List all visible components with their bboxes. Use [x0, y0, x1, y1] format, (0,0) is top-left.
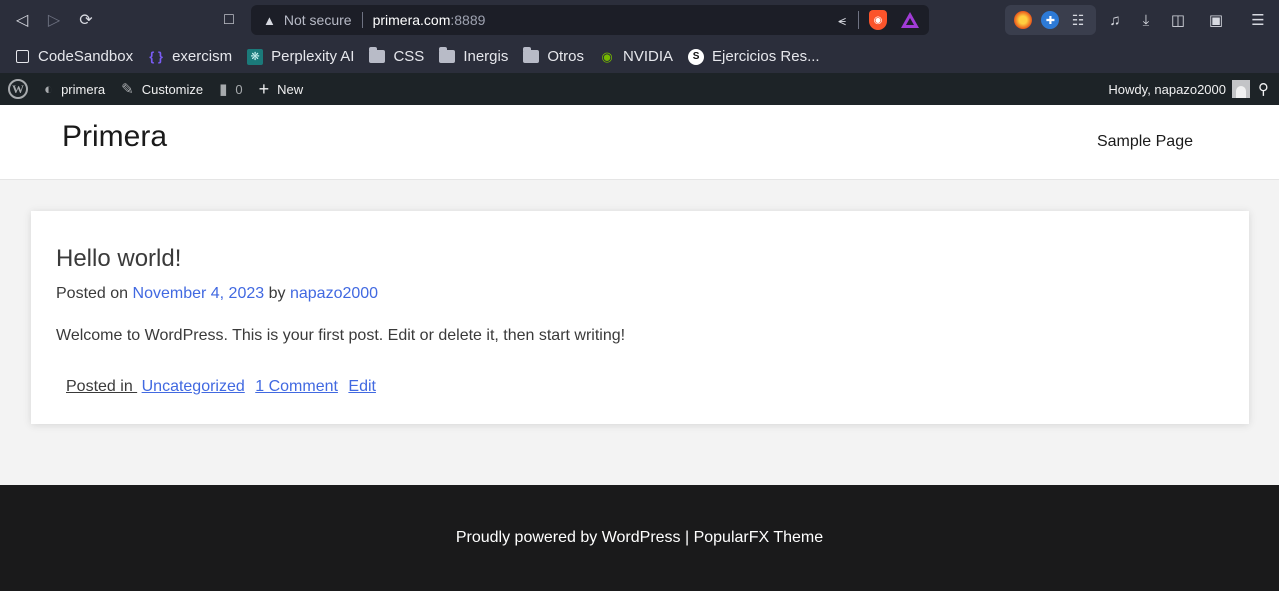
edit-link[interactable]: Edit	[348, 378, 376, 395]
bookmark-label: Ejercicios Res...	[712, 48, 820, 65]
bookmark-codesandbox[interactable]: CodeSandbox	[14, 48, 133, 65]
dashboard-icon: ◐	[44, 80, 54, 98]
bookmark-perplexity[interactable]: ❋ Perplexity AI	[247, 48, 354, 65]
bookmark-label: Inergis	[463, 48, 509, 65]
bookmark-folder-inergis[interactable]: Inergis	[439, 47, 509, 65]
media-icon[interactable]: ♫	[1103, 8, 1127, 32]
wallet-icon[interactable]: ▣	[1204, 8, 1228, 32]
bookmarks-bar: CodeSandbox { } exercism ❋ Perplexity AI…	[0, 40, 1279, 73]
customize-label: Customize	[141, 81, 204, 97]
content-area: Hello world! Posted on November 4, 2023 …	[0, 180, 1279, 485]
bookmark-label: NVIDIA	[623, 48, 674, 65]
security-label: Not secure	[283, 12, 352, 28]
post-date-link[interactable]: November 4, 2023	[133, 285, 265, 302]
folder-icon	[523, 47, 540, 63]
post-title[interactable]: Hello world!	[56, 245, 181, 273]
avatar	[1232, 80, 1250, 98]
address-bar[interactable]: ▲ Not secure primera.com :8889 ⪪ ◉	[251, 5, 929, 35]
admin-my-account[interactable]: Howdy, napazo2000	[1108, 73, 1250, 105]
bookmark-label: CSS	[393, 48, 425, 65]
admin-bar-right: Howdy, napazo2000 ⚲	[1108, 73, 1279, 105]
nav-sample-page[interactable]: Sample Page	[1097, 133, 1193, 151]
box-icon	[15, 50, 29, 63]
menu-icon[interactable]: ☰	[1246, 8, 1270, 32]
share-icon[interactable]: ⪪	[838, 12, 846, 29]
comments-count: 0	[235, 81, 243, 97]
posted-on-prefix: Posted on	[56, 285, 129, 302]
admin-new-content[interactable]: + New	[251, 73, 312, 105]
footer-credit: Proudly powered by WordPress | PopularFX…	[455, 529, 824, 546]
reload-icon[interactable]: ⟳	[74, 8, 98, 32]
site-footer: Proudly powered by WordPress | PopularFX…	[0, 485, 1279, 591]
by-prefix: by	[268, 285, 286, 302]
extension-gamepad-icon[interactable]: ✚	[1041, 11, 1060, 29]
admin-customize[interactable]: ✎ Customize	[113, 73, 211, 105]
exercism-icon: { }	[149, 49, 163, 64]
site-name-label: primera	[61, 81, 106, 97]
ejercicios-icon: S	[688, 48, 705, 65]
perplexity-icon: ❋	[247, 48, 264, 65]
bookmark-label: Otros	[547, 48, 585, 65]
plus-icon: +	[258, 78, 270, 99]
bookmark-exercism[interactable]: { } exercism	[148, 48, 232, 65]
download-icon[interactable]: ⤓	[1134, 8, 1158, 32]
extension-fire-icon[interactable]	[1013, 11, 1032, 29]
sidebar-icon[interactable]: ◫	[1166, 8, 1190, 32]
browser-toolbar: ◁ ▷ ⟳ □ ▲ Not secure primera.com :8889 ⪪…	[0, 0, 1279, 40]
bookmark-label: CodeSandbox	[38, 48, 134, 65]
wordpress-logo-icon: W	[8, 79, 28, 99]
warning-icon: ▲	[263, 12, 276, 28]
bookmark-nvidia[interactable]: ◉ NVIDIA	[599, 48, 673, 65]
post-footer: Posted in Uncategorized 1 Comment Edit	[66, 378, 382, 396]
url-actions: ⪪ ◉	[838, 5, 929, 35]
extensions-puzzle-icon[interactable]: ☷	[1069, 11, 1087, 29]
site-title[interactable]: Primera	[62, 120, 167, 154]
comment-icon: ▮	[219, 81, 228, 98]
howdy-label: Howdy, napazo2000	[1108, 81, 1226, 97]
folder-icon	[369, 47, 386, 63]
post-body: Welcome to WordPress. This is your first…	[56, 327, 626, 344]
comments-link[interactable]: 1 Comment	[255, 378, 338, 395]
posted-in-prefix: Posted in	[66, 378, 138, 395]
bookmark-folder-otros[interactable]: Otros	[523, 47, 585, 65]
admin-site-name[interactable]: ◐ primera	[36, 73, 113, 105]
wp-logo-menu[interactable]: W	[0, 73, 36, 105]
new-label: New	[277, 81, 304, 97]
nvidia-icon: ◉	[601, 48, 613, 64]
wp-admin-bar: W ◐ primera ✎ Customize ▮ 0 + New Howdy,…	[0, 73, 1279, 105]
post-card: Hello world! Posted on November 4, 2023 …	[31, 211, 1249, 424]
admin-comments[interactable]: ▮ 0	[211, 73, 251, 105]
url-host: primera.com	[372, 12, 451, 28]
folder-icon	[439, 47, 456, 63]
brush-icon: ✎	[121, 81, 134, 98]
back-icon[interactable]: ◁	[10, 8, 34, 32]
url-port: :8889	[450, 12, 486, 28]
bookmark-ejercicios[interactable]: S Ejercicios Res...	[688, 48, 820, 65]
url-divider-2	[858, 11, 859, 29]
brave-shields-icon[interactable]: ◉	[869, 10, 887, 30]
post-meta: Posted on November 4, 2023 by napazo2000	[56, 285, 378, 303]
url-divider	[361, 12, 363, 28]
category-link[interactable]: Uncategorized	[142, 378, 245, 395]
bookmark-icon[interactable]: □	[217, 8, 241, 32]
bookmark-label: Perplexity AI	[271, 48, 355, 65]
search-icon[interactable]: ⚲	[1258, 80, 1269, 98]
extensions-group: ✚ ☷	[1005, 5, 1096, 35]
post-author-link[interactable]: napazo2000	[290, 285, 378, 302]
bookmark-folder-css[interactable]: CSS	[369, 47, 425, 65]
bookmark-label: exercism	[172, 48, 233, 65]
site-header: Primera Sample Page	[0, 105, 1279, 180]
forward-icon[interactable]: ▷	[42, 8, 66, 32]
brave-rewards-icon[interactable]	[901, 12, 919, 28]
